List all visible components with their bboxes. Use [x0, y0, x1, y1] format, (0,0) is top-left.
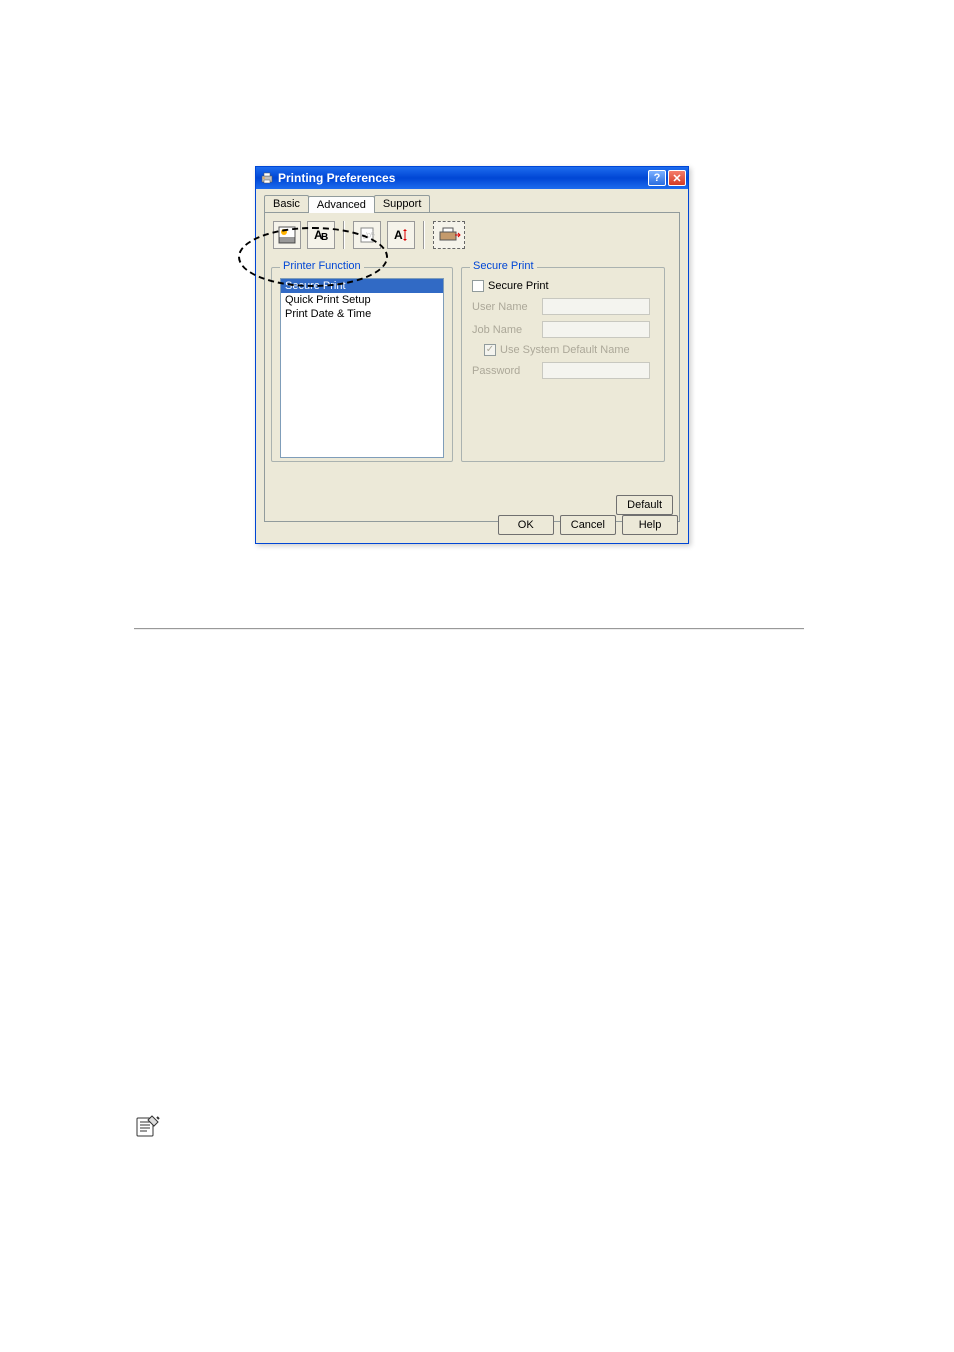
secure-print-checkbox[interactable]	[472, 280, 484, 292]
user-name-input	[542, 298, 650, 315]
tool-font-settings-icon[interactable]: A	[387, 221, 415, 249]
secure-print-legend: Secure Print	[470, 260, 537, 272]
svg-text:A: A	[394, 228, 403, 242]
close-icon[interactable]: ✕	[668, 170, 686, 186]
printer-function-list[interactable]: Secure Print Quick Print Setup Print Dat…	[280, 278, 444, 458]
job-name-label: Job Name	[472, 324, 542, 336]
use-system-default-name-checkbox	[484, 344, 496, 356]
printer-icon	[260, 171, 274, 185]
page-divider	[134, 628, 804, 630]
password-input	[542, 362, 650, 379]
ok-button[interactable]: OK	[498, 515, 554, 535]
tab-support[interactable]: Support	[374, 195, 431, 212]
default-button[interactable]: Default	[616, 495, 673, 515]
tool-text-icon[interactable]: A B	[307, 221, 335, 249]
toolbar: A B abc A	[271, 219, 673, 257]
svg-text:B: B	[321, 232, 328, 243]
tab-advanced[interactable]: Advanced	[308, 196, 375, 213]
printer-function-legend: Printer Function	[280, 260, 364, 272]
toolbar-separator	[343, 221, 345, 249]
titlebar: Printing Preferences ? ✕	[256, 167, 688, 189]
user-name-label: User Name	[472, 301, 542, 313]
list-item-print-date-time[interactable]: Print Date & Time	[281, 307, 443, 321]
tool-watermark-icon[interactable]: abc	[353, 221, 381, 249]
tab-strip: Basic Advanced Support	[256, 189, 688, 212]
printer-function-group: Printer Function Secure Print Quick Prin…	[271, 267, 453, 462]
printing-preferences-dialog: Printing Preferences ? ✕ Basic Advanced …	[255, 166, 689, 544]
secure-print-checkbox-label: Secure Print	[488, 280, 549, 292]
list-item-secure-print[interactable]: Secure Print	[281, 279, 443, 293]
tool-printer-function-icon[interactable]	[433, 221, 465, 249]
help-button[interactable]: Help	[622, 515, 678, 535]
dialog-button-row: OK Cancel Help	[256, 515, 688, 535]
tab-panel: A B abc A	[264, 212, 680, 522]
help-icon[interactable]: ?	[648, 170, 666, 186]
use-system-default-name-label: Use System Default Name	[500, 344, 630, 356]
job-name-input	[542, 321, 650, 338]
list-item-quick-print-setup[interactable]: Quick Print Setup	[281, 293, 443, 307]
cancel-button[interactable]: Cancel	[560, 515, 616, 535]
dialog-title: Printing Preferences	[278, 171, 648, 185]
secure-print-group: Secure Print Secure Print User Name Job …	[461, 267, 665, 462]
tool-halftone-icon[interactable]	[273, 221, 301, 249]
note-icon	[134, 1112, 162, 1140]
toolbar-separator	[423, 221, 425, 249]
tab-basic[interactable]: Basic	[264, 195, 309, 212]
password-label: Password	[472, 365, 542, 377]
